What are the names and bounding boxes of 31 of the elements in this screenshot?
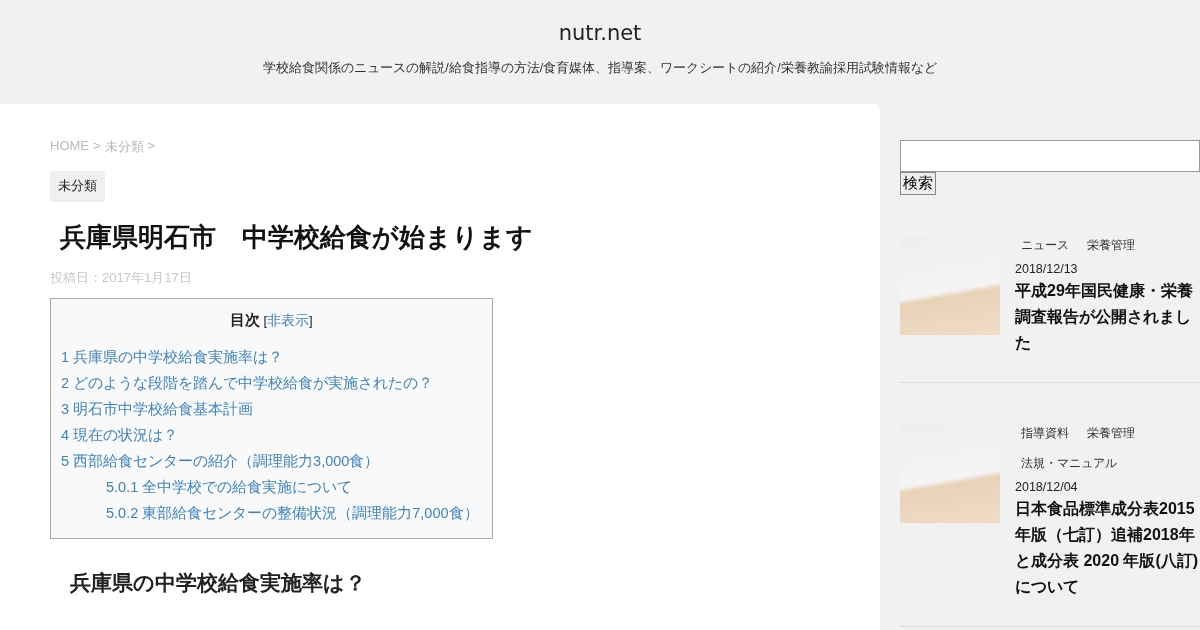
section-heading: 兵庫県の中学校給食実施率は？ [70, 570, 367, 596]
site-tagline: 学校給食関係のニュースの解説/給食指導の方法/食育媒体、指導案、ワークシートの紹介/栄養教諭採用試験情報など [263, 60, 937, 77]
category-label[interactable]: 未分類 [50, 171, 105, 202]
breadcrumb-separator: > [147, 138, 156, 155]
category-tag[interactable]: ニュース [1015, 235, 1075, 256]
category-tag[interactable]: 法規・マニュアル [1015, 453, 1123, 474]
photo-placeholder[interactable] [900, 423, 1000, 523]
toc-link[interactable]: 3 明石市中学校給食基本計画 [61, 396, 482, 422]
photo-placeholder[interactable] [900, 235, 1000, 335]
post-date: 2018/12/04 [1015, 480, 1079, 494]
post-title-link[interactable]: 平成29年国民健康・栄養調査報告が公開されました [1015, 278, 1200, 356]
toc-link[interactable]: 5.0.2 東部給食センターの整備状況（調理能力7,000食） [61, 500, 482, 526]
breadcrumb-separator: > [93, 138, 101, 155]
toc-link[interactable]: 4 現在の状況は？ [61, 422, 482, 448]
bracket: [ [263, 313, 267, 328]
toc-toggle-link[interactable]: 非表示 [267, 312, 309, 328]
search-button[interactable]: 検索 [900, 172, 936, 195]
bracket: ] [309, 313, 313, 328]
category-tag[interactable]: 栄養管理 [1081, 235, 1141, 256]
site-title[interactable]: nutr.net [558, 21, 642, 45]
post-title-link[interactable]: 日本食品標準成分表2015年版（七訂）追補2018年と成分表 2020 年版(八訂)について [1015, 496, 1200, 600]
toc-heading: 目次 [230, 311, 261, 330]
category-tag[interactable]: 栄養管理 [1081, 423, 1141, 444]
article-title: 兵庫県明石市 中学校給食が始まります [60, 221, 534, 254]
toc-link[interactable]: 5 西部給食センターの紹介（調理能力3,000食） [61, 448, 482, 474]
toc-link[interactable]: 1 兵庫県の中学校給食実施率は？ [61, 344, 482, 370]
toc-link[interactable]: 2 どのような段階を踏んで中学校給食が実施されたの？ [61, 370, 482, 396]
search-field[interactable] [900, 140, 1200, 172]
toc-link[interactable]: 5.0.1 全中学校での給食実施について [61, 474, 482, 500]
post-date: 2018/12/13 [1015, 262, 1079, 276]
category-tag[interactable]: 指導資料 [1015, 423, 1075, 444]
